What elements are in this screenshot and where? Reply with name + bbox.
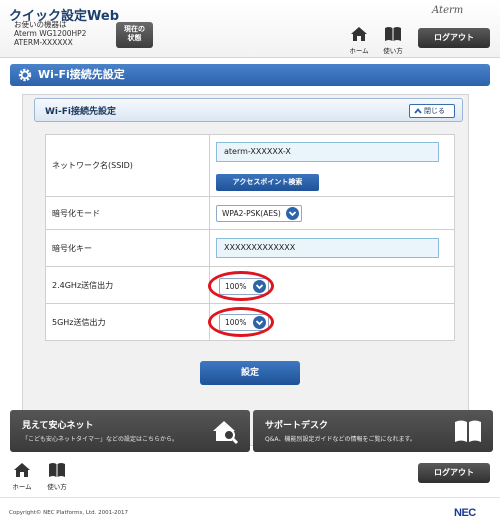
- ssid-row: ネットワーク名(SSID) aterm-XXXXXX-X アクセスポイント検索: [45, 134, 455, 197]
- power-5ghz-row: 5GHz送信出力 100%: [45, 303, 455, 341]
- book-icon: [49, 463, 65, 477]
- current-status-button[interactable]: 現在の 状態: [116, 22, 153, 48]
- section-header: Wi-Fi接続先設定 閉じる: [34, 98, 463, 122]
- encryption-mode-select[interactable]: WPA2-PSK(AES): [216, 205, 302, 222]
- ssid-label: ネットワーク名(SSID): [45, 134, 210, 197]
- encryption-mode-row: 暗号化モード WPA2-PSK(AES): [45, 196, 455, 230]
- logout-button[interactable]: ログアウト: [418, 28, 490, 48]
- support-desk-desc: Q&A、機能別設定ガイドなどの情報をご覧になれます。: [265, 436, 416, 443]
- device-name: ATERM-XXXXXX: [14, 38, 73, 47]
- header: クイック設定Web お使いの機器は Aterm WG1200HP2 ATERM-…: [0, 0, 500, 58]
- status-button-line1: 現在の: [124, 25, 145, 33]
- brand-logo: Aterm: [432, 5, 464, 16]
- encryption-key-label: 暗号化キー: [45, 229, 210, 267]
- submit-button[interactable]: 設定: [200, 361, 300, 385]
- footer-help-nav[interactable]: 使い方: [42, 462, 72, 491]
- safe-net-title: 見えて安心ネット: [22, 421, 94, 431]
- footer-help-label: 使い方: [47, 483, 67, 491]
- footer-home-nav[interactable]: ホーム: [7, 462, 37, 491]
- book-icon: [385, 27, 401, 41]
- collapse-label: 閉じる: [424, 107, 445, 115]
- help-label: 使い方: [383, 47, 403, 55]
- home-icon: [14, 463, 30, 477]
- access-point-search-button[interactable]: アクセスポイント検索: [216, 174, 319, 191]
- home-icon: [351, 27, 367, 41]
- power-24ghz-label: 2.4GHz送信出力: [45, 266, 210, 304]
- encryption-mode-value: WPA2-PSK(AES): [222, 209, 281, 218]
- help-nav[interactable]: 使い方: [378, 26, 408, 55]
- collapse-button[interactable]: 閉じる: [409, 104, 455, 118]
- encryption-mode-label: 暗号化モード: [45, 196, 210, 230]
- chevron-down-icon: [286, 207, 299, 220]
- company-logo: NEC: [454, 507, 476, 519]
- highlight-circle: [208, 307, 274, 337]
- device-model: Aterm WG1200HP2: [14, 29, 87, 38]
- ssid-input[interactable]: aterm-XXXXXX-X: [216, 142, 439, 162]
- power-24ghz-row: 2.4GHz送信出力 100%: [45, 266, 455, 304]
- home-nav[interactable]: ホーム: [344, 26, 374, 55]
- copyright: Copyright© NEC Platforms, Ltd. 2001-2017: [9, 510, 129, 516]
- home-label: ホーム: [349, 47, 369, 55]
- footer-divider: [0, 497, 500, 498]
- status-button-line2: 状態: [127, 34, 142, 42]
- encryption-key-row: 暗号化キー XXXXXXXXXXXXX: [45, 229, 455, 267]
- power-5ghz-label: 5GHz送信出力: [45, 303, 210, 341]
- house-search-icon: [213, 421, 239, 445]
- safe-net-desc: 「こども安心ネットタイマー」などの設定はこちらから。: [22, 436, 179, 443]
- device-caption: お使いの機器は: [14, 20, 67, 29]
- settings-table: ネットワーク名(SSID) aterm-XXXXXX-X アクセスポイント検索 …: [45, 134, 455, 341]
- page-title-bar: Wi-Fi接続先設定: [10, 64, 490, 86]
- highlight-circle: [208, 271, 274, 301]
- footer-logout-button[interactable]: ログアウト: [418, 463, 490, 483]
- safe-net-card[interactable]: 見えて安心ネット 「こども安心ネットタイマー」などの設定はこちらから。: [10, 410, 250, 452]
- section-title: Wi-Fi接続先設定: [45, 107, 116, 117]
- support-desk-card[interactable]: サポートデスク Q&A、機能別設定ガイドなどの情報をご覧になれます。: [253, 410, 493, 452]
- encryption-key-input[interactable]: XXXXXXXXXXXXX: [216, 238, 439, 258]
- book-icon: [455, 420, 481, 442]
- footer-home-label: ホーム: [12, 483, 32, 491]
- chevron-up-icon: [414, 108, 422, 114]
- page-title: Wi-Fi接続先設定: [38, 68, 125, 81]
- support-desk-title: サポートデスク: [265, 421, 329, 431]
- gear-icon: [18, 68, 32, 82]
